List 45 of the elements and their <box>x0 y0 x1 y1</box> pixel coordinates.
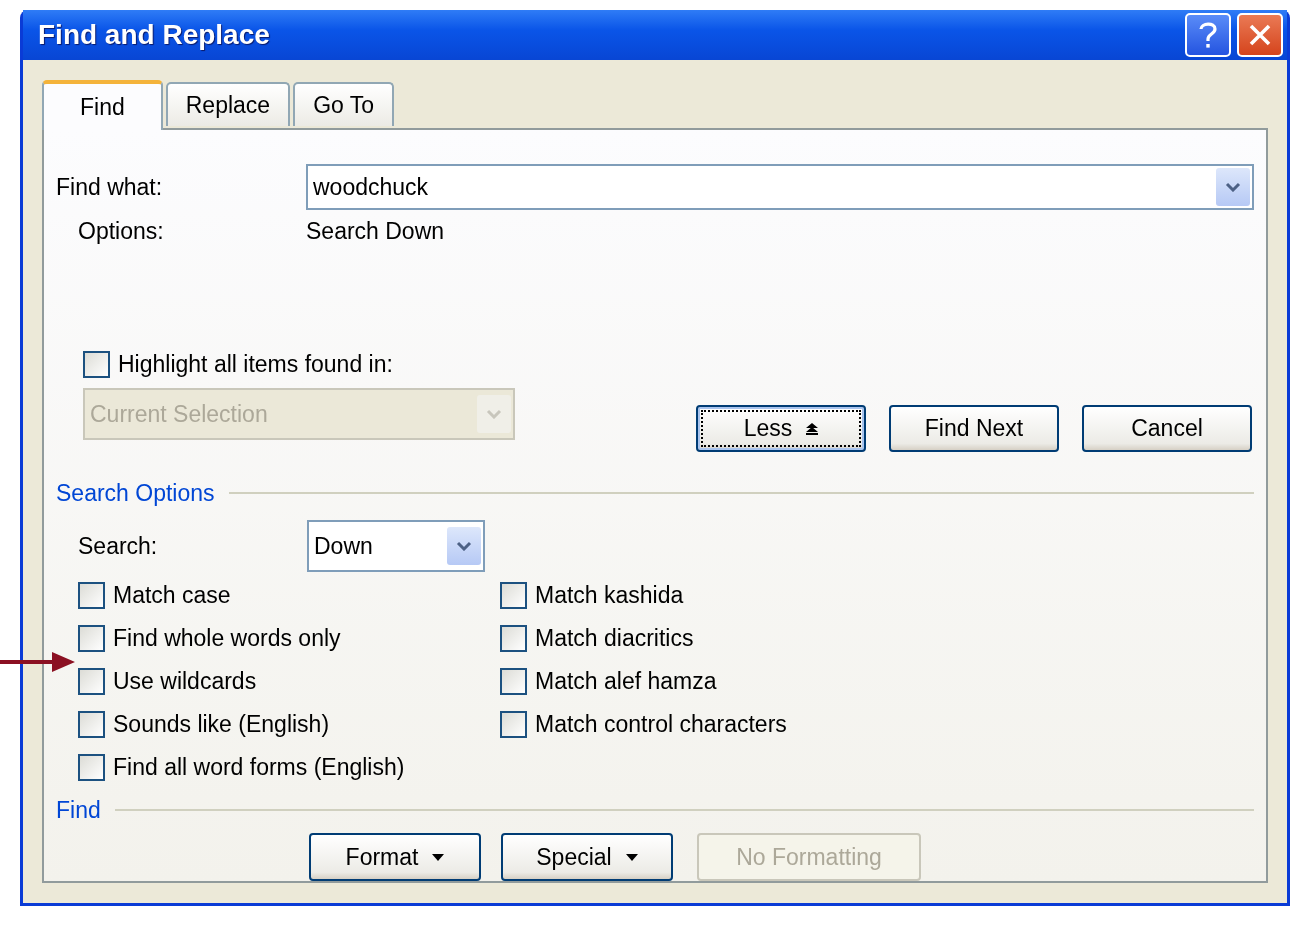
checkbox[interactable] <box>78 754 105 781</box>
dialog-button[interactable]: Less <box>696 405 866 452</box>
close-button[interactable] <box>1237 13 1283 57</box>
checkbox[interactable] <box>500 668 527 695</box>
group-title: Search Options <box>56 479 215 507</box>
checkbox-label: Find all word forms (English) <box>113 754 405 781</box>
checkbox[interactable] <box>500 711 527 738</box>
checkbox-label: Highlight all items found in: <box>118 351 393 378</box>
checkbox-label: Match diacritics <box>535 625 694 652</box>
field-label: Options: <box>77 218 165 245</box>
help-button[interactable] <box>1185 13 1231 57</box>
checkbox[interactable] <box>78 668 105 695</box>
checkbox-label: Match control characters <box>535 711 787 738</box>
dialog-button[interactable]: Find Next <box>889 405 1059 452</box>
help-icon <box>1198 21 1218 49</box>
tab[interactable]: Go To <box>293 82 395 126</box>
checkbox-label: Use wildcards <box>113 668 257 695</box>
close-icon <box>1248 23 1272 47</box>
group-title: Find <box>56 796 101 824</box>
tab[interactable]: Find <box>42 80 163 130</box>
double-up-arrow-icon <box>806 422 819 435</box>
checkbox-label: Match case <box>113 582 231 609</box>
checkbox[interactable] <box>500 625 527 652</box>
checkbox[interactable] <box>78 625 105 652</box>
chevron-down-icon <box>486 409 502 419</box>
checkbox[interactable] <box>78 582 105 609</box>
dialog-button[interactable]: Cancel <box>1082 405 1252 452</box>
options-value: Search Down <box>306 218 445 245</box>
dialog-button[interactable]: Special <box>501 833 673 881</box>
checkbox[interactable] <box>78 711 105 738</box>
checkbox[interactable] <box>500 582 527 609</box>
search-direction-dropdown[interactable]: Down <box>307 520 485 572</box>
field-label: Search: <box>78 532 159 560</box>
checkbox-label: Find whole words only <box>113 625 341 652</box>
window-title: Find and Replace <box>38 19 270 51</box>
chevron-down-icon <box>456 541 472 551</box>
dialog-button[interactable]: Format <box>309 833 481 881</box>
tab[interactable]: Replace <box>165 82 291 126</box>
checkbox-label: Match alef hamza <box>535 668 717 695</box>
checkbox-label: Sounds like (English) <box>113 711 330 738</box>
chevron-down-icon <box>1225 182 1241 192</box>
field-label: Find what: <box>56 173 164 201</box>
checkbox-label: Match kashida <box>535 582 684 609</box>
checkbox[interactable] <box>83 351 110 378</box>
find-what-field[interactable]: woodchuck <box>306 164 1254 210</box>
